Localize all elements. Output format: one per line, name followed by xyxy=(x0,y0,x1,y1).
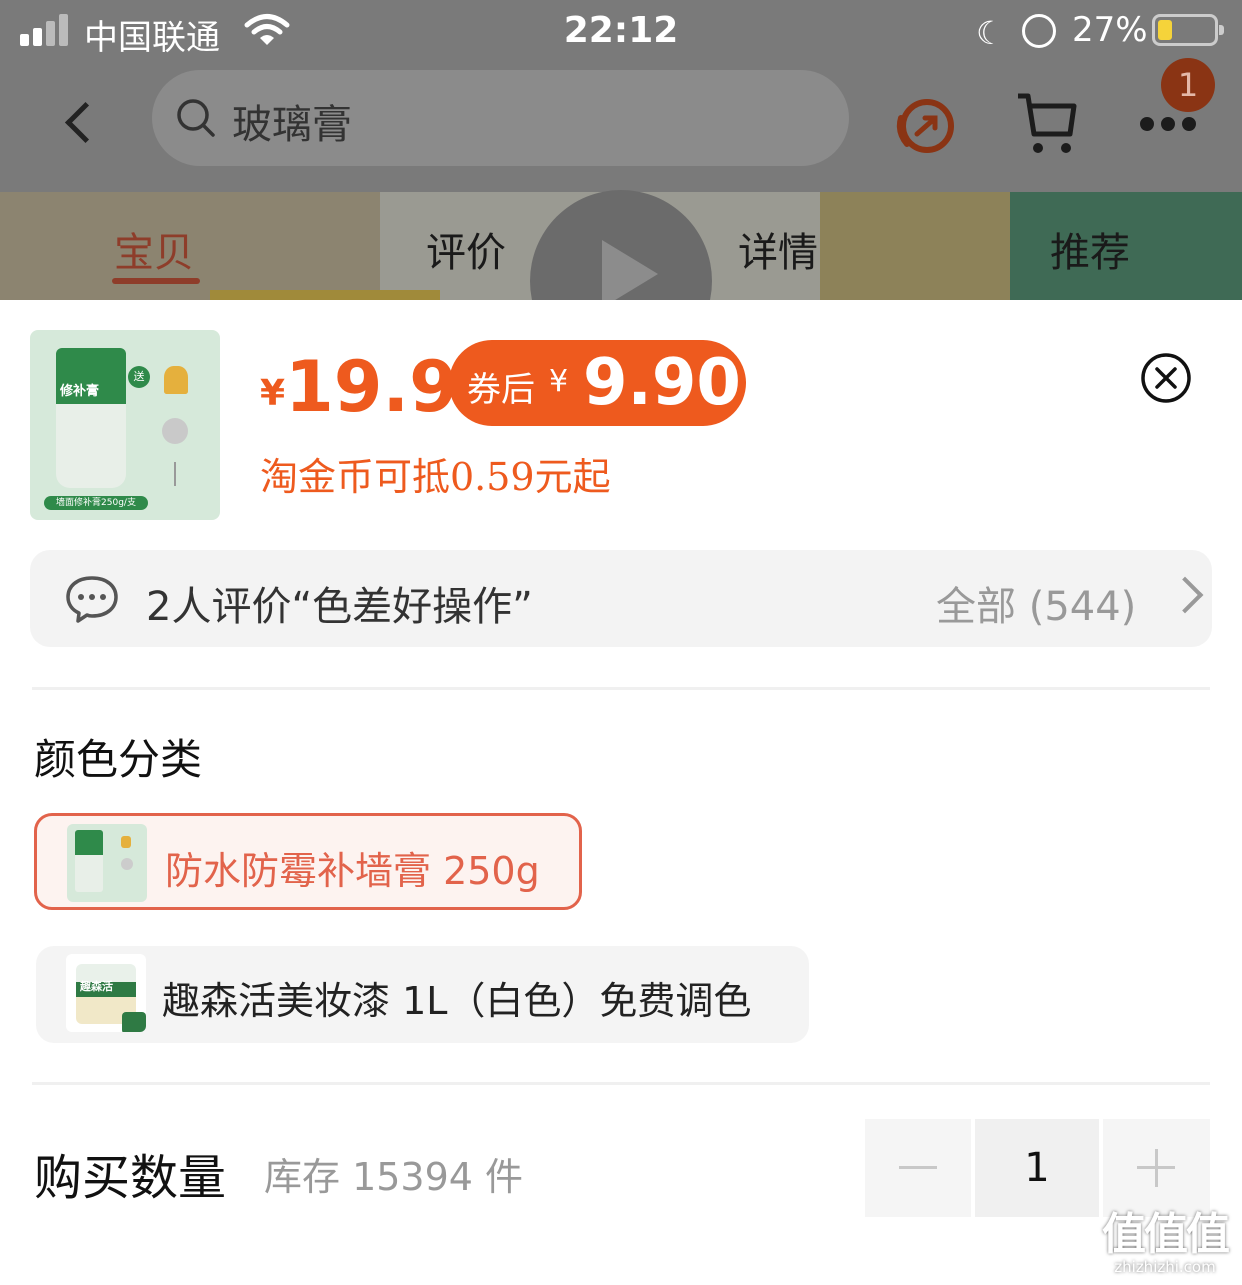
sku-option[interactable]: 趣森活 趣森活美妆漆 1L（白色）免费调色 xyxy=(36,946,809,1043)
scraper-image xyxy=(164,366,188,394)
color-category-title: 颜色分类 xyxy=(34,735,203,784)
option-label: 趣森活美妆漆 1L（白色）免费调色 xyxy=(162,979,752,1023)
watermark-logo: 值值值 xyxy=(1102,1209,1230,1260)
tab-item[interactable]: 宝贝 xyxy=(114,220,194,278)
back-button[interactable] xyxy=(52,92,108,152)
coupon-price: 9.90 xyxy=(583,346,741,420)
tab-reviews[interactable]: 评价 xyxy=(426,220,506,278)
coupon-currency: ¥ xyxy=(549,364,569,399)
chat-bubble-icon xyxy=(66,576,118,623)
coupon-price-badge: 券后 ¥ 9.90 xyxy=(449,340,746,426)
nozzle-image xyxy=(174,462,176,486)
product-tube-image xyxy=(56,348,126,488)
share-icon[interactable] xyxy=(893,92,959,156)
sandpaper-image xyxy=(162,418,188,444)
taojinbi-discount: 淘金币可抵0.59元起 xyxy=(260,455,611,499)
option-thumbnail: 趣森活 xyxy=(66,954,146,1032)
original-price: ¥19.9 xyxy=(260,346,458,428)
sku-selection-sheet: 修补膏 送 墙面修补膏250g/支 ¥19.9 券后 ¥ 9.90 淘金币可抵0… xyxy=(0,300,1242,1285)
product-thumbnail[interactable]: 修补膏 送 墙面修补膏250g/支 xyxy=(30,330,220,520)
decrement-button[interactable] xyxy=(865,1119,971,1217)
section-tabs: 宝贝 评价 详情 推荐 xyxy=(0,200,1242,300)
coupon-label: 券后 xyxy=(467,370,535,410)
divider xyxy=(32,687,1210,690)
search-query: 玻璃膏 xyxy=(232,102,352,148)
gift-badge: 送 xyxy=(128,366,150,388)
battery-percent: 27% xyxy=(1072,10,1148,50)
divider xyxy=(32,1082,1210,1085)
battery-icon xyxy=(1152,14,1224,46)
close-icon[interactable] xyxy=(1140,352,1192,404)
thumb-caption: 墙面修补膏250g/支 xyxy=(44,496,148,510)
battery-level xyxy=(1158,20,1172,40)
sku-option-selected[interactable]: 防水防霉补墙膏 250g xyxy=(34,813,582,910)
quantity-title: 购买数量 xyxy=(34,1150,227,1206)
price-currency: ¥ xyxy=(260,373,286,414)
moon-icon: ☾ xyxy=(976,14,1005,52)
option-thumbnail xyxy=(67,824,147,902)
search-icon xyxy=(177,99,215,137)
more-icon[interactable] xyxy=(1138,114,1198,134)
stock-count: 库存 15394 件 xyxy=(264,1155,524,1199)
tab-active-indicator xyxy=(112,278,200,284)
quantity-value[interactable]: 1 xyxy=(975,1119,1099,1217)
cart-badge: 1 xyxy=(1161,58,1215,112)
review-summary-row[interactable]: 2人评价“色差好操作” 全部 (544) xyxy=(30,550,1212,647)
all-reviews-link[interactable]: 全部 (544) xyxy=(936,574,1136,632)
tab-recommend[interactable]: 推荐 xyxy=(1050,220,1130,278)
thumb-label: 修补膏 xyxy=(60,384,100,399)
tab-details[interactable]: 详情 xyxy=(738,220,818,278)
paint-can-label: 趣森活 xyxy=(80,980,113,993)
search-bar[interactable]: 玻璃膏 xyxy=(152,70,849,166)
watermark: 值值值 zhizhizhi.com xyxy=(1090,1198,1240,1276)
price-value: 19.9 xyxy=(285,346,458,428)
review-summary: 2人评价“色差好操作” xyxy=(146,584,533,630)
rotation-lock-icon xyxy=(1022,14,1056,48)
status-bar: 中国联通 22:12 ☾ 27% xyxy=(0,0,1242,64)
cart-icon[interactable] xyxy=(1014,88,1080,158)
chevron-right-icon xyxy=(1166,576,1204,614)
option-label: 防水防霉补墙膏 250g xyxy=(165,849,540,893)
